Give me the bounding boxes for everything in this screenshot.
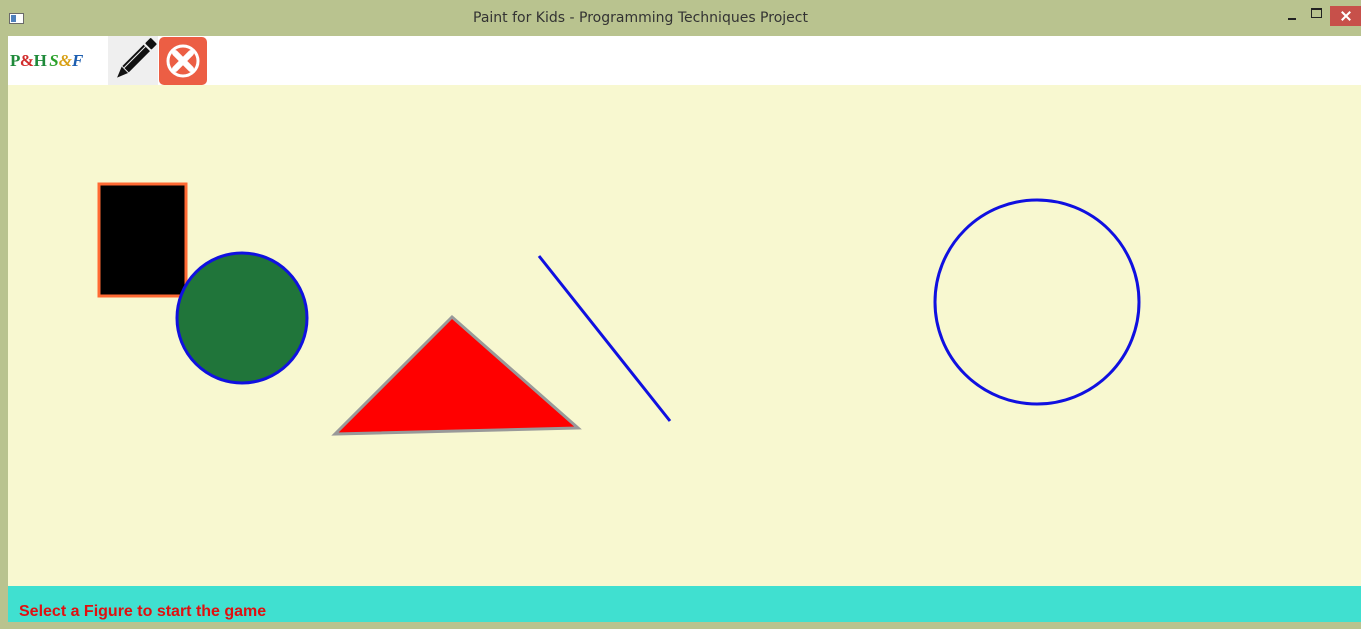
figure-triangle[interactable] [331, 314, 582, 436]
logo-ph-text: P&H [10, 50, 47, 70]
drawing-canvas[interactable] [8, 85, 1361, 586]
window-title: Paint for Kids - Programming Techniques … [473, 10, 808, 26]
exit-button[interactable] [158, 36, 208, 85]
app-window: Paint for Kids - Programming Techniques … [0, 0, 1361, 629]
minimize-button[interactable] [1281, 6, 1303, 26]
close-window-button[interactable] [1330, 6, 1361, 26]
pencil-icon [117, 38, 157, 78]
figure-circle-filled[interactable] [175, 251, 309, 385]
toolbar: P&H S&F [8, 36, 1361, 85]
logo-sf-text: S&F [49, 50, 84, 70]
figure-rectangle[interactable] [97, 182, 188, 298]
maximize-button[interactable] [1305, 6, 1327, 26]
close-x-icon [166, 44, 200, 78]
status-bar: Select a Figure to start the game [8, 586, 1361, 622]
draw-mode-button[interactable] [108, 36, 158, 85]
pick-and-hide-button[interactable]: P&H S&F [8, 36, 108, 85]
window-bottom-border [0, 622, 1361, 629]
figure-line[interactable] [537, 255, 672, 422]
status-message: Select a Figure to start the game [19, 603, 267, 620]
title-bar[interactable]: Paint for Kids - Programming Techniques … [0, 0, 1361, 36]
figure-circle-outline[interactable] [933, 198, 1141, 406]
